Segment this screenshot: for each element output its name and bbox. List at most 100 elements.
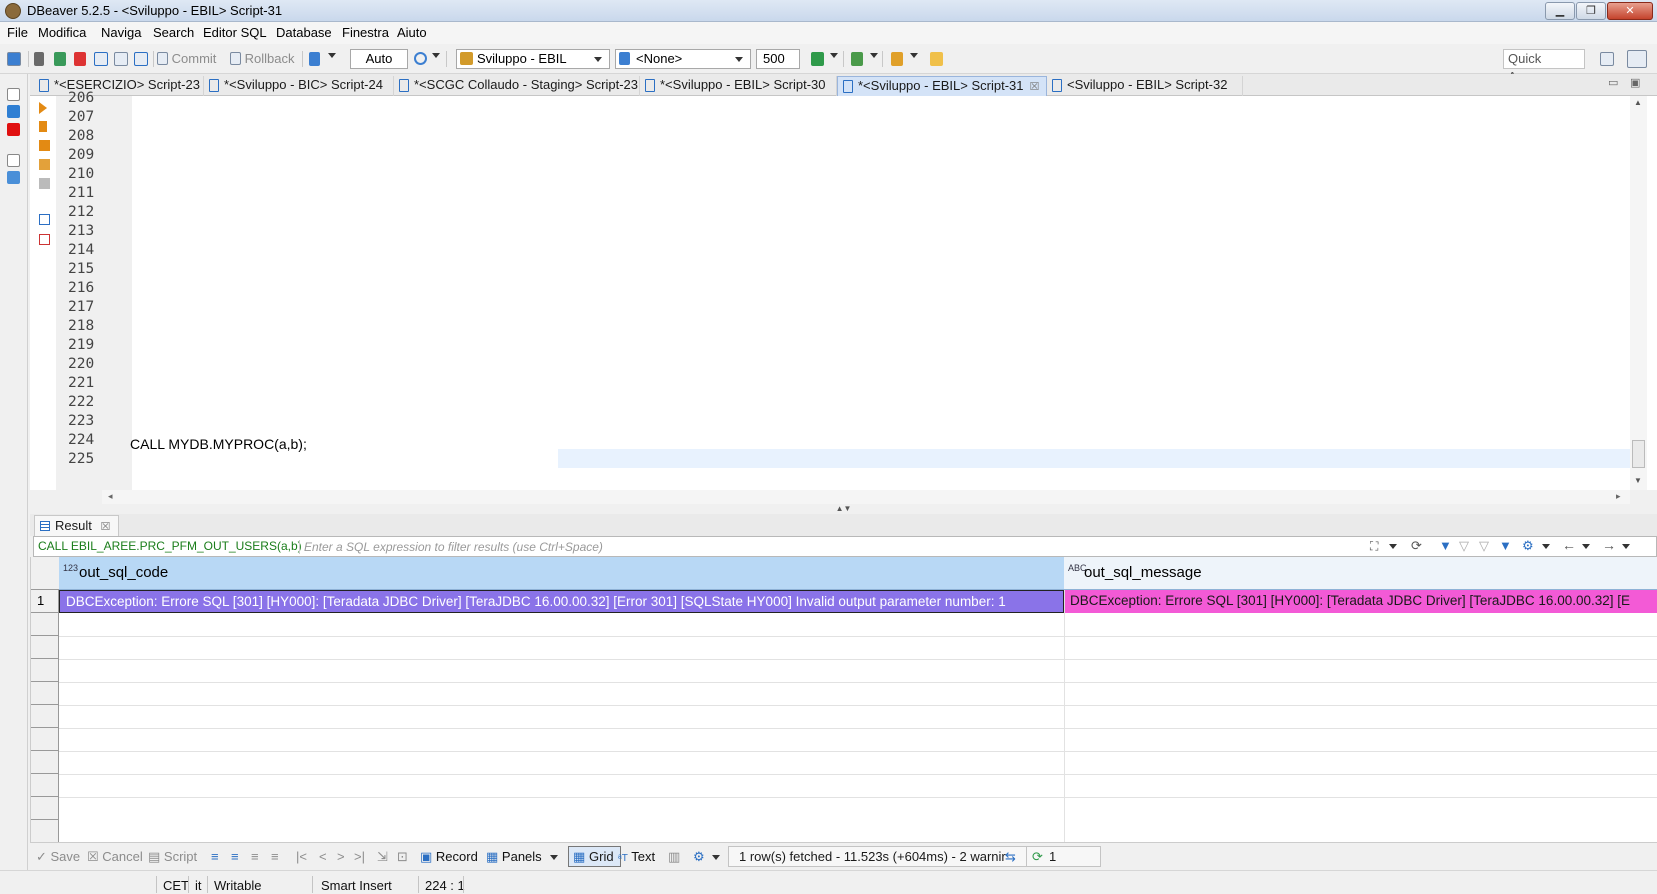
- refresh-filter-icon[interactable]: ⟳: [1411, 538, 1422, 554]
- quick-access-field[interactable]: Quick Access: [1503, 49, 1585, 84]
- cell-out-sql-code[interactable]: DBCException: Errore SQL [301] [HY000]: …: [59, 590, 1064, 613]
- explain-plan-icon[interactable]: [39, 178, 50, 189]
- maximize-toggle-icon[interactable]: ▲▼: [836, 504, 852, 513]
- panels-dropdown[interactable]: [550, 855, 558, 860]
- copy-row-icon[interactable]: ≡: [251, 849, 259, 864]
- tab-script-24-bic[interactable]: *<Sviluppo - BIC> Script-24: [204, 76, 394, 96]
- next-page-icon[interactable]: >: [337, 849, 345, 864]
- refresh-dropdown[interactable]: [830, 53, 838, 58]
- script-button[interactable]: ▤ Script: [148, 849, 197, 865]
- filter-history-dropdown[interactable]: [1389, 544, 1397, 549]
- connect-icon[interactable]: [7, 52, 21, 66]
- tab-script-23-esercizio[interactable]: *<ESERCIZIO> Script-23: [34, 76, 204, 96]
- results-settings-gear-icon[interactable]: ⚙: [693, 849, 705, 865]
- result-tab-close-icon[interactable]: ☒: [100, 521, 110, 533]
- rollback-button[interactable]: Rollback: [230, 51, 294, 67]
- filter-favorites-icon[interactable]: ▼: [1499, 538, 1512, 553]
- load-script-icon[interactable]: [39, 214, 50, 225]
- apply-filter-icon[interactable]: ▼: [1439, 538, 1452, 553]
- restore-button[interactable]: ❐: [1576, 2, 1606, 20]
- results-grid[interactable]: 1 123 out_sql_code ▼↕ ABC out_sql_messag…: [30, 557, 1657, 842]
- menu-file[interactable]: File: [7, 25, 28, 40]
- cell-out-sql-message[interactable]: DBCException: Errore SQL [301] [HY000]: …: [1064, 590, 1657, 613]
- execute-in-new-tab-icon[interactable]: [39, 121, 47, 132]
- tools-icon[interactable]: [891, 52, 903, 66]
- text-view-button[interactable]: ᵃT Text: [618, 849, 655, 864]
- history-icon[interactable]: [414, 52, 427, 65]
- first-page-icon[interactable]: |<: [296, 849, 307, 864]
- menu-editor-sql[interactable]: Editor SQL: [203, 25, 267, 40]
- editor-horizontal-scrollbar[interactable]: ◂ ▸: [102, 490, 1630, 504]
- commit-button[interactable]: Commit: [157, 51, 216, 67]
- tab-script-23-scgc[interactable]: *<SCGC Collaudo - Staging> Script-23: [394, 76, 640, 96]
- status-details-icon[interactable]: ⇆: [1005, 849, 1016, 865]
- menu-naviga[interactable]: Naviga: [101, 25, 141, 40]
- save-script-icon[interactable]: [39, 234, 50, 245]
- last-page-icon[interactable]: >|: [354, 849, 365, 864]
- max-rows-field[interactable]: 500: [756, 49, 800, 69]
- minimize-button[interactable]: ▁: [1545, 2, 1575, 20]
- recent-script-icon[interactable]: [134, 52, 148, 66]
- settings-gear-icon[interactable]: ⚙: [1522, 538, 1534, 554]
- results-settings-dropdown[interactable]: [712, 855, 720, 860]
- active-schema-selector[interactable]: <None>: [615, 49, 751, 69]
- maximize-editor-icon[interactable]: ▣: [1630, 76, 1640, 89]
- edit-row-icon[interactable]: ≡: [211, 849, 219, 864]
- disconnect-icon[interactable]: [34, 52, 44, 66]
- editor-vertical-scrollbar[interactable]: ▲ ▼: [1630, 96, 1647, 490]
- scroll-right-arrow-icon[interactable]: ▸: [1616, 491, 1621, 502]
- projects-icon[interactable]: [7, 171, 20, 184]
- stop-icon[interactable]: [7, 123, 20, 136]
- reconnect-icon[interactable]: [54, 52, 66, 66]
- active-connection-selector[interactable]: Sviluppo - EBIL: [456, 49, 610, 69]
- transaction-mode-icon[interactable]: [309, 52, 320, 66]
- result-tab[interactable]: Result ☒: [34, 515, 120, 536]
- disconnect-all-icon[interactable]: [74, 52, 86, 66]
- editor-results-sash[interactable]: ▲▼: [30, 504, 1657, 514]
- panels-button[interactable]: ▦ Panels: [486, 849, 542, 865]
- debug-dropdown[interactable]: [870, 53, 878, 58]
- restore-view-icon[interactable]: [7, 88, 20, 101]
- forward-dropdown[interactable]: [1622, 544, 1630, 549]
- minimize-editor-icon[interactable]: ▭: [1608, 76, 1618, 89]
- add-row-icon[interactable]: ≡: [231, 849, 239, 864]
- fetch-all-icon[interactable]: ⊡: [397, 849, 408, 865]
- open-perspective-icon[interactable]: [1600, 52, 1614, 66]
- menu-modifica[interactable]: Modifica: [38, 25, 86, 40]
- refresh-results-icon[interactable]: ⟳: [1032, 847, 1043, 866]
- tab-close-icon[interactable]: ☒: [1029, 81, 1039, 93]
- debug-icon[interactable]: [851, 52, 863, 66]
- delete-row-icon[interactable]: ≡: [271, 849, 279, 864]
- column-header-out-sql-message[interactable]: ABC out_sql_message: [1064, 557, 1657, 590]
- menu-search[interactable]: Search: [153, 25, 194, 40]
- menu-finestra[interactable]: Finestra: [342, 25, 389, 40]
- expand-filter-icon[interactable]: ⛶: [1370, 539, 1378, 554]
- execute-script-icon[interactable]: [39, 140, 50, 151]
- tab-script-30-ebil[interactable]: *<Sviluppo - EBIL> Script-30: [640, 76, 837, 96]
- transaction-mode-field[interactable]: Auto: [350, 49, 408, 69]
- record-button[interactable]: ▣ Record: [420, 849, 478, 865]
- refresh-icon[interactable]: [811, 52, 824, 66]
- cancel-button[interactable]: ☒ Cancel: [87, 849, 143, 865]
- dbeaver-perspective-icon[interactable]: [1627, 50, 1647, 68]
- tools-dropdown[interactable]: [910, 53, 918, 58]
- grid-view-button[interactable]: ▦ Grid: [568, 846, 621, 867]
- layout-icon[interactable]: ▥: [668, 849, 680, 865]
- fetch-next-icon[interactable]: ⇲: [377, 849, 388, 865]
- settings-dropdown[interactable]: [1542, 544, 1550, 549]
- history-dropdown[interactable]: [432, 53, 440, 58]
- scroll-down-arrow-icon[interactable]: ▼: [1634, 476, 1642, 485]
- back-dropdown[interactable]: [1582, 544, 1590, 549]
- scroll-left-arrow-icon[interactable]: ◂: [108, 491, 113, 502]
- sql-editor[interactable]: 206 207 208 209 210 211 212 213 214 215 …: [30, 90, 1657, 490]
- open-script-icon[interactable]: [114, 52, 128, 66]
- database-navigator-icon[interactable]: [7, 105, 20, 118]
- scroll-up-arrow-icon[interactable]: ▲: [1634, 98, 1642, 107]
- editor-scroll-thumb[interactable]: [1632, 440, 1645, 468]
- new-script-icon[interactable]: [94, 52, 108, 66]
- sql-code-line[interactable]: CALL MYDB.MYPROC(a,b);: [130, 436, 307, 452]
- filter-settings-icon[interactable]: ▽: [1479, 538, 1489, 554]
- execute-statement-icon[interactable]: [39, 102, 47, 114]
- save-button[interactable]: ✓ Save: [36, 849, 80, 865]
- previous-page-icon[interactable]: <: [319, 849, 327, 864]
